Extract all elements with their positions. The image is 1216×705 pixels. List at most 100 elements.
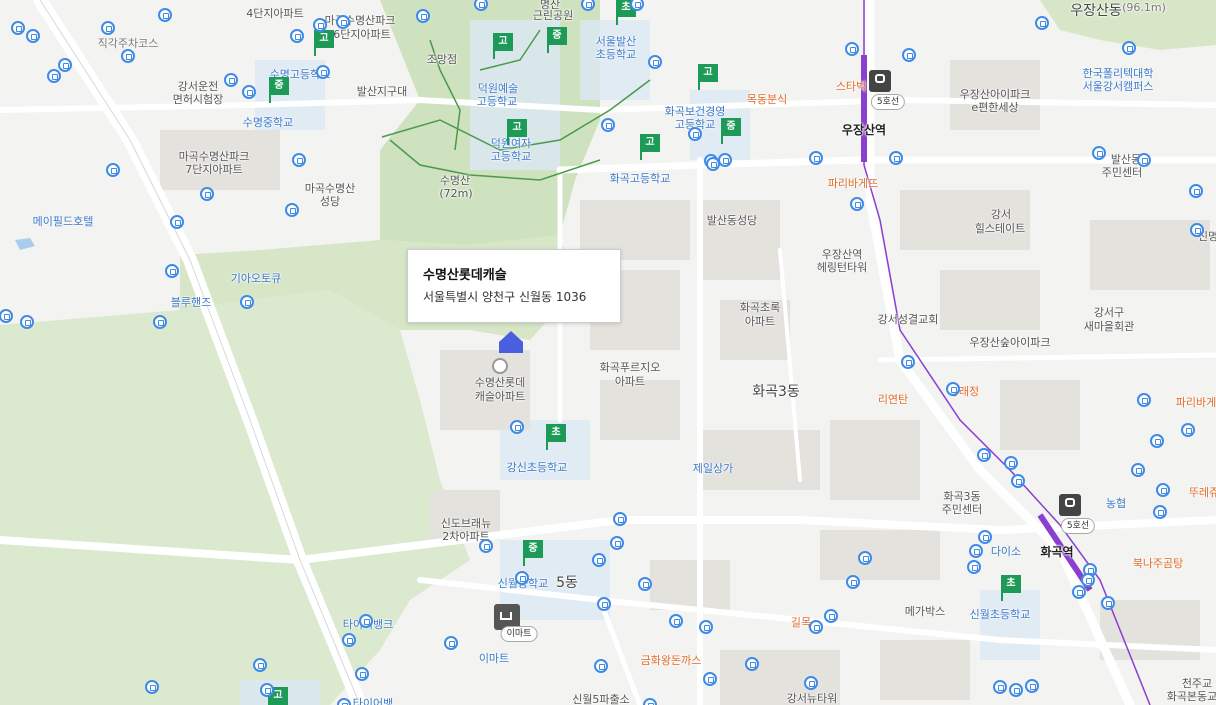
bus-stop-icon[interactable]	[316, 65, 330, 79]
bus-stop-icon[interactable]	[1137, 393, 1151, 407]
bus-stop-icon[interactable]	[416, 9, 430, 23]
bus-stop-icon[interactable]	[601, 118, 615, 132]
bus-stop-icon[interactable]	[1092, 146, 1106, 160]
bus-stop-icon[interactable]	[610, 536, 624, 550]
bus-stop-icon[interactable]	[1009, 683, 1023, 697]
bus-stop-icon[interactable]	[1101, 596, 1115, 610]
bus-stop-icon[interactable]	[253, 658, 267, 672]
bus-stop-icon[interactable]	[26, 29, 40, 43]
bus-stop-icon[interactable]	[165, 264, 179, 278]
bus-stop-icon[interactable]	[1122, 41, 1136, 55]
map-label: 강서성결교회	[877, 313, 939, 326]
bus-stop-icon[interactable]	[597, 597, 611, 611]
map-label: 목동분식	[746, 93, 788, 106]
bus-stop-icon[interactable]	[336, 15, 350, 29]
bus-stop-icon[interactable]	[158, 8, 172, 22]
bus-stop-icon[interactable]	[1189, 184, 1203, 198]
bus-stop-icon[interactable]	[153, 315, 167, 329]
map-label: 파리바게	[1175, 396, 1216, 409]
bus-stop-icon[interactable]	[106, 163, 120, 177]
bus-stop-icon[interactable]	[292, 153, 306, 167]
place-info-popup[interactable]: 수명산롯데캐슬 서울특별시 양천구 신월동 1036	[407, 249, 621, 323]
bus-stop-icon[interactable]	[967, 560, 981, 574]
bus-stop-icon[interactable]	[359, 614, 373, 628]
bus-stop-icon[interactable]	[745, 657, 759, 671]
bus-stop-icon[interactable]	[1156, 483, 1170, 497]
bus-stop-icon[interactable]	[510, 420, 524, 434]
bus-stop-icon[interactable]	[11, 21, 25, 35]
bus-stop-icon[interactable]	[699, 620, 713, 634]
bus-stop-icon[interactable]	[901, 355, 915, 369]
bus-stop-icon[interactable]	[515, 571, 529, 585]
map-label: (96.1m)	[1122, 1, 1166, 14]
bus-stop-icon[interactable]	[706, 157, 720, 171]
bus-stop-icon[interactable]	[977, 448, 991, 462]
map-label: 새마을회관	[1083, 320, 1135, 333]
bus-stop-icon[interactable]	[337, 698, 351, 705]
bus-stop-icon[interactable]	[200, 187, 214, 201]
place-address: 서울특별시 양천구 신월동 1036	[423, 290, 587, 304]
subway-station-icon[interactable]	[869, 70, 891, 92]
bus-stop-icon[interactable]	[809, 151, 823, 165]
bus-stop-icon[interactable]	[845, 42, 859, 56]
bus-stop-icon[interactable]	[809, 620, 823, 634]
bus-stop-icon[interactable]	[718, 153, 732, 167]
bus-stop-icon[interactable]	[1131, 463, 1145, 477]
home-label-line1: 수명산롯데	[474, 376, 526, 389]
bus-stop-icon[interactable]	[47, 69, 61, 83]
bus-stop-icon[interactable]	[592, 553, 606, 567]
bus-stop-icon[interactable]	[669, 614, 683, 628]
bus-stop-icon[interactable]	[688, 127, 702, 141]
bus-stop-icon[interactable]	[1025, 679, 1039, 693]
bus-stop-icon[interactable]	[121, 49, 135, 63]
bus-stop-icon[interactable]	[20, 315, 34, 329]
subway-station-icon[interactable]	[1059, 494, 1081, 516]
bus-stop-icon[interactable]	[643, 698, 657, 705]
map-label: 발산지구대	[356, 85, 408, 98]
bus-stop-icon[interactable]	[342, 633, 356, 647]
bus-stop-icon[interactable]	[889, 151, 903, 165]
map-label: 북나주곰탕	[1132, 557, 1184, 570]
bus-stop-icon[interactable]	[1137, 153, 1151, 167]
bus-stop-icon[interactable]	[145, 680, 159, 694]
bus-stop-icon[interactable]	[224, 73, 238, 87]
bus-stop-icon[interactable]	[240, 295, 254, 309]
bus-stop-icon[interactable]	[444, 636, 458, 650]
bus-stop-icon[interactable]	[1081, 573, 1095, 587]
bus-stop-icon[interactable]	[101, 21, 115, 35]
bus-stop-icon[interactable]	[902, 48, 916, 62]
bus-stop-icon[interactable]	[703, 672, 717, 686]
bus-stop-icon[interactable]	[313, 18, 327, 32]
bus-stop-icon[interactable]	[58, 58, 72, 72]
bus-stop-icon[interactable]	[290, 29, 304, 43]
bus-stop-icon[interactable]	[355, 667, 369, 681]
bus-stop-icon[interactable]	[242, 85, 256, 99]
bus-stop-icon[interactable]	[648, 55, 662, 69]
bus-stop-icon[interactable]	[1035, 16, 1049, 30]
bus-stop-icon[interactable]	[170, 215, 184, 229]
bus-stop-icon[interactable]	[594, 659, 608, 673]
bus-stop-icon[interactable]	[285, 203, 299, 217]
bus-stop-icon[interactable]	[1011, 474, 1025, 488]
bus-stop-icon[interactable]	[858, 551, 872, 565]
bus-stop-icon[interactable]	[1181, 423, 1195, 437]
bus-stop-icon[interactable]	[1072, 585, 1086, 599]
bus-stop-icon[interactable]	[993, 680, 1007, 694]
bus-stop-icon[interactable]	[479, 539, 493, 553]
bus-stop-icon[interactable]	[978, 530, 992, 544]
bus-stop-icon[interactable]	[1153, 505, 1167, 519]
bus-stop-icon[interactable]	[1190, 223, 1204, 237]
bus-stop-icon[interactable]	[850, 197, 864, 211]
bus-stop-icon[interactable]	[613, 512, 627, 526]
bus-stop-icon[interactable]	[260, 683, 274, 697]
bus-stop-icon[interactable]	[824, 609, 838, 623]
bus-stop-icon[interactable]	[846, 575, 860, 589]
bus-stop-icon[interactable]	[804, 676, 818, 690]
home-marker-icon[interactable]	[497, 330, 525, 354]
bus-stop-icon[interactable]	[638, 577, 652, 591]
map-view[interactable]: 4단지아파트 마곡수명산파크 6단지아파트 직각주차코스 조망점 명산 근린공원 서울발산 초등…	[0, 0, 1216, 705]
bus-stop-icon[interactable]	[946, 382, 960, 396]
bus-stop-icon[interactable]	[969, 544, 983, 558]
bus-stop-icon[interactable]	[1004, 456, 1018, 470]
bus-stop-icon[interactable]	[1150, 434, 1164, 448]
